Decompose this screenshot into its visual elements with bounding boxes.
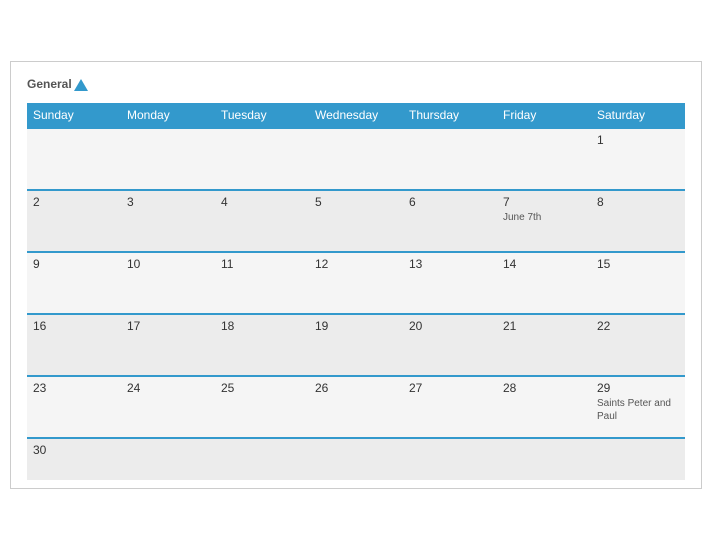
week-row-2: 9 10 11 12 13 14 15 bbox=[27, 252, 685, 314]
calendar-cell: 16 bbox=[27, 314, 121, 376]
calendar-cell: 10 bbox=[121, 252, 215, 314]
day-number: 18 bbox=[221, 319, 303, 333]
day-number: 8 bbox=[597, 195, 679, 209]
day-number: 11 bbox=[221, 257, 303, 271]
logo: General bbox=[27, 78, 88, 91]
day-number: 29 bbox=[597, 381, 679, 395]
day-number: 23 bbox=[33, 381, 115, 395]
weekday-header-sunday: Sunday bbox=[27, 103, 121, 128]
calendar-cell: 25 bbox=[215, 376, 309, 438]
day-number: 22 bbox=[597, 319, 679, 333]
day-number: 15 bbox=[597, 257, 679, 271]
day-event: Saints Peter and Paul bbox=[597, 397, 679, 423]
week-row-0: 1 bbox=[27, 128, 685, 190]
calendar-cell: 12 bbox=[309, 252, 403, 314]
weekday-header-wednesday: Wednesday bbox=[309, 103, 403, 128]
calendar-cell: 27 bbox=[403, 376, 497, 438]
calendar-thead: SundayMondayTuesdayWednesdayThursdayFrid… bbox=[27, 103, 685, 128]
calendar-cell: 30 bbox=[27, 438, 121, 480]
day-number: 28 bbox=[503, 381, 585, 395]
day-number: 30 bbox=[33, 443, 115, 457]
calendar-cell bbox=[215, 128, 309, 190]
day-number: 10 bbox=[127, 257, 209, 271]
weekday-header-row: SundayMondayTuesdayWednesdayThursdayFrid… bbox=[27, 103, 685, 128]
calendar-cell: 24 bbox=[121, 376, 215, 438]
calendar: General SundayMondayTuesdayWednesdayThur… bbox=[10, 61, 702, 489]
day-number: 12 bbox=[315, 257, 397, 271]
calendar-cell: 1 bbox=[591, 128, 685, 190]
calendar-cell bbox=[121, 438, 215, 480]
calendar-cell bbox=[497, 438, 591, 480]
day-number: 2 bbox=[33, 195, 115, 209]
calendar-header: General bbox=[27, 78, 685, 91]
calendar-cell: 8 bbox=[591, 190, 685, 252]
day-number: 1 bbox=[597, 133, 679, 147]
day-number: 16 bbox=[33, 319, 115, 333]
calendar-cell: 22 bbox=[591, 314, 685, 376]
calendar-cell: 17 bbox=[121, 314, 215, 376]
calendar-cell: 14 bbox=[497, 252, 591, 314]
calendar-cell: 9 bbox=[27, 252, 121, 314]
calendar-cell bbox=[591, 438, 685, 480]
logo-triangle-icon bbox=[74, 79, 88, 91]
calendar-cell bbox=[403, 438, 497, 480]
calendar-cell: 19 bbox=[309, 314, 403, 376]
calendar-cell: 3 bbox=[121, 190, 215, 252]
calendar-cell: 4 bbox=[215, 190, 309, 252]
calendar-cell: 20 bbox=[403, 314, 497, 376]
calendar-cell: 2 bbox=[27, 190, 121, 252]
calendar-cell bbox=[309, 438, 403, 480]
calendar-cell: 13 bbox=[403, 252, 497, 314]
weekday-header-saturday: Saturday bbox=[591, 103, 685, 128]
day-number: 14 bbox=[503, 257, 585, 271]
calendar-cell: 7 June 7th bbox=[497, 190, 591, 252]
day-number: 21 bbox=[503, 319, 585, 333]
day-number: 9 bbox=[33, 257, 115, 271]
day-number: 7 bbox=[503, 195, 585, 209]
calendar-cell: 21 bbox=[497, 314, 591, 376]
calendar-table: SundayMondayTuesdayWednesdayThursdayFrid… bbox=[27, 103, 685, 480]
day-number: 4 bbox=[221, 195, 303, 209]
day-event: June 7th bbox=[503, 211, 585, 224]
week-row-1: 234567 June 7th 8 bbox=[27, 190, 685, 252]
calendar-cell: 6 bbox=[403, 190, 497, 252]
day-number: 13 bbox=[409, 257, 491, 271]
calendar-cell bbox=[27, 128, 121, 190]
calendar-cell: 29 Saints Peter and Paul bbox=[591, 376, 685, 438]
day-number: 19 bbox=[315, 319, 397, 333]
day-number: 20 bbox=[409, 319, 491, 333]
day-number: 25 bbox=[221, 381, 303, 395]
calendar-cell: 11 bbox=[215, 252, 309, 314]
calendar-cell bbox=[121, 128, 215, 190]
calendar-cell bbox=[497, 128, 591, 190]
calendar-tbody: 1234567June 7th8910111213141516171819202… bbox=[27, 128, 685, 480]
day-number: 3 bbox=[127, 195, 209, 209]
day-number: 5 bbox=[315, 195, 397, 209]
day-number: 27 bbox=[409, 381, 491, 395]
calendar-cell: 5 bbox=[309, 190, 403, 252]
calendar-cell: 26 bbox=[309, 376, 403, 438]
day-number: 6 bbox=[409, 195, 491, 209]
weekday-header-thursday: Thursday bbox=[403, 103, 497, 128]
weekday-header-monday: Monday bbox=[121, 103, 215, 128]
day-number: 26 bbox=[315, 381, 397, 395]
week-row-5: 30 bbox=[27, 438, 685, 480]
calendar-cell bbox=[403, 128, 497, 190]
calendar-cell: 18 bbox=[215, 314, 309, 376]
weekday-header-friday: Friday bbox=[497, 103, 591, 128]
calendar-cell: 23 bbox=[27, 376, 121, 438]
calendar-cell: 15 bbox=[591, 252, 685, 314]
calendar-cell bbox=[309, 128, 403, 190]
day-number: 17 bbox=[127, 319, 209, 333]
weekday-header-tuesday: Tuesday bbox=[215, 103, 309, 128]
calendar-cell: 28 bbox=[497, 376, 591, 438]
logo-general: General bbox=[27, 78, 88, 91]
week-row-4: 23 24 25 26 27 28 29 Saints Peter and Paul bbox=[27, 376, 685, 438]
calendar-cell bbox=[215, 438, 309, 480]
day-number: 24 bbox=[127, 381, 209, 395]
week-row-3: 16 17 18 19 20 21 22 bbox=[27, 314, 685, 376]
